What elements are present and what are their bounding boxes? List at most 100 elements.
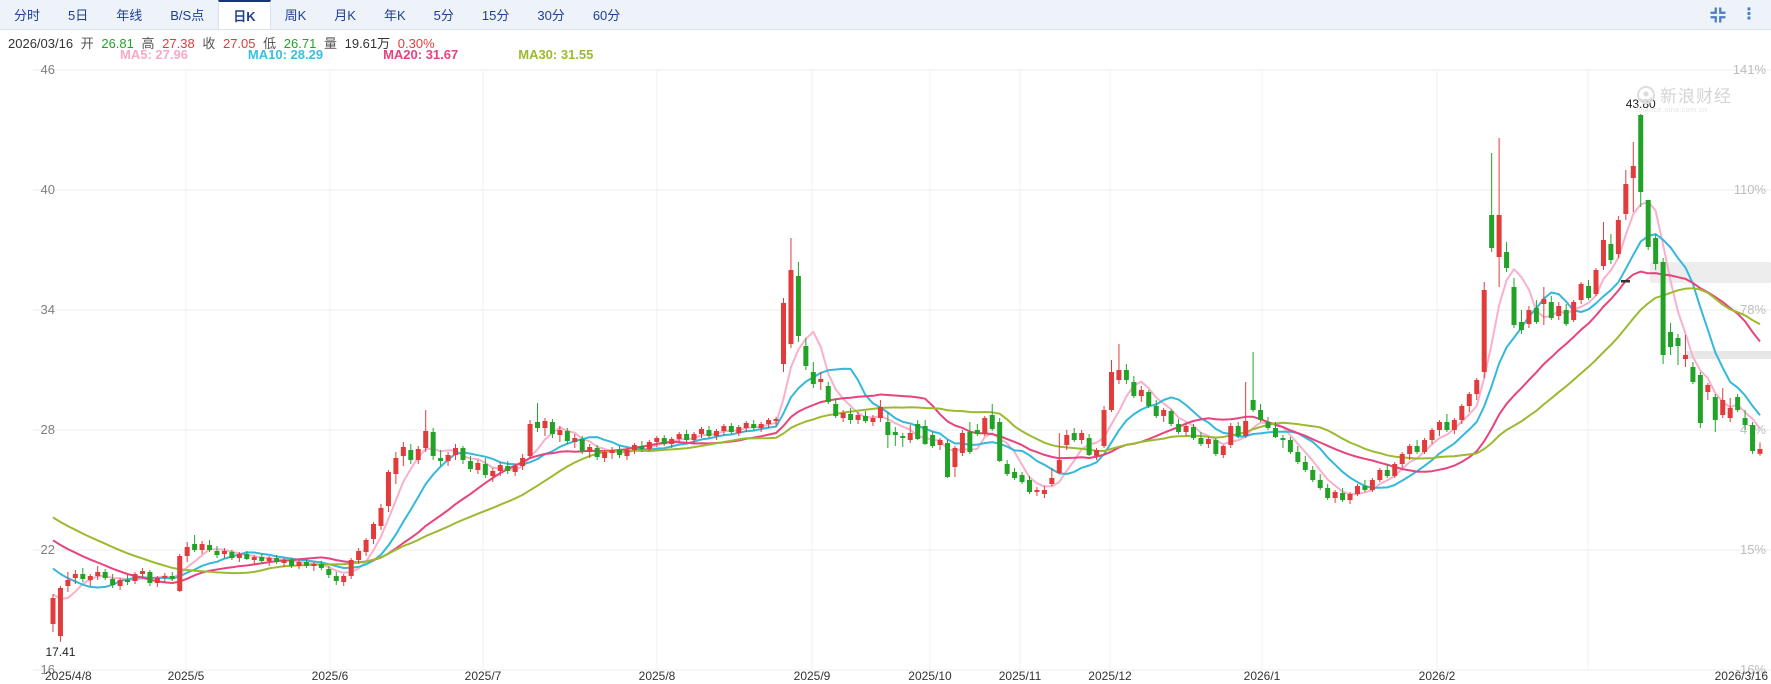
- candle-body: [1616, 220, 1621, 254]
- candle-body: [692, 434, 697, 440]
- candle-body: [468, 461, 473, 469]
- candle-body: [1608, 244, 1613, 260]
- candle-body: [1534, 308, 1539, 322]
- tab-30分[interactable]: 30分: [523, 0, 578, 29]
- candle-body: [1005, 464, 1010, 474]
- candle-body: [1206, 439, 1211, 444]
- candle-body: [1705, 385, 1710, 392]
- candle-body: [841, 413, 846, 418]
- candle-body: [580, 439, 585, 451]
- candle-body: [945, 443, 950, 477]
- candle-body: [1310, 470, 1315, 480]
- candle-body: [982, 418, 987, 434]
- candle-body: [1489, 215, 1494, 248]
- candle-body: [170, 576, 175, 579]
- candle-body: [222, 551, 227, 554]
- candle-body: [244, 554, 249, 559]
- candle-body: [1355, 486, 1360, 494]
- candle-body: [550, 422, 555, 434]
- candle-body: [490, 471, 495, 476]
- tab-年线[interactable]: 年线: [102, 0, 156, 29]
- candle-body: [1743, 418, 1748, 425]
- tab-15分[interactable]: 15分: [468, 0, 523, 29]
- candle-body: [997, 422, 1002, 461]
- x-axis-label: 2025/7: [465, 669, 502, 683]
- tab-分时[interactable]: 分时: [0, 0, 54, 29]
- tab-5日[interactable]: 5日: [54, 0, 102, 29]
- fullscreen-icon[interactable]: [1709, 6, 1727, 24]
- tab-5分[interactable]: 5分: [420, 0, 468, 29]
- candle-body: [1437, 422, 1442, 430]
- candle-body: [1303, 462, 1308, 470]
- candle-body: [483, 464, 488, 475]
- tab-月K[interactable]: 月K: [320, 0, 370, 29]
- candle-body: [915, 424, 920, 439]
- candle-body: [736, 427, 741, 433]
- candle-body: [1057, 460, 1062, 473]
- candle-body: [1541, 299, 1546, 304]
- candle-body: [1422, 440, 1427, 452]
- kebab-menu-icon[interactable]: ⋮: [1741, 7, 1757, 23]
- candle-body: [1280, 438, 1285, 440]
- candle-body: [80, 574, 85, 579]
- candle-body: [1452, 420, 1457, 430]
- candle-body: [1176, 424, 1181, 432]
- candle-body: [788, 270, 793, 344]
- tab-周K[interactable]: 周K: [271, 0, 321, 29]
- x-axis-label: 2025/10: [908, 669, 952, 683]
- candle-body: [1661, 262, 1666, 355]
- candle-body: [1690, 367, 1695, 382]
- candle-body: [1027, 480, 1032, 492]
- candle-body: [446, 455, 451, 461]
- candle-body: [1124, 370, 1129, 380]
- candle-body: [1258, 410, 1263, 420]
- candle-body: [1594, 270, 1599, 294]
- tab-60分[interactable]: 60分: [579, 0, 634, 29]
- candle-body: [1139, 390, 1144, 396]
- candle-body: [856, 415, 861, 420]
- candle-body: [520, 458, 525, 466]
- candle-body: [185, 547, 190, 556]
- candle-body: [505, 466, 510, 471]
- candle-body: [1131, 382, 1136, 396]
- candle-body: [781, 303, 786, 364]
- dash-annotation: [1621, 280, 1630, 283]
- candle-body: [1683, 355, 1688, 359]
- candle-body: [900, 436, 905, 438]
- candle-body: [796, 276, 801, 336]
- candle-body: [1198, 438, 1203, 444]
- candle-body: [908, 433, 913, 440]
- candle-body: [759, 424, 764, 428]
- x-axis-label: 2025/9: [794, 669, 831, 683]
- candle-body: [1601, 240, 1606, 266]
- candle-body: [334, 576, 339, 581]
- candlestick-chart[interactable]: 新浪财经 finance.sina.com.cn 46141%40110%347…: [0, 60, 1771, 684]
- candle-body: [647, 442, 652, 449]
- candle-body: [371, 524, 376, 539]
- tab-日K[interactable]: 日K: [218, 0, 270, 29]
- candle-body: [1228, 426, 1233, 445]
- candle-body: [706, 430, 711, 436]
- candle-body: [803, 346, 808, 366]
- x-axis-label: 2025/11: [999, 669, 1042, 683]
- candle-body: [1407, 446, 1412, 454]
- candle-body: [729, 426, 734, 432]
- candle-body: [125, 580, 130, 582]
- candle-body: [1474, 380, 1479, 394]
- candle-body: [535, 422, 540, 428]
- candle-body: [587, 447, 592, 452]
- candle-body: [1034, 490, 1039, 492]
- candle-body: [1638, 115, 1643, 192]
- tab-年K[interactable]: 年K: [370, 0, 420, 29]
- candle-body: [923, 426, 928, 444]
- candle-body: [1318, 480, 1323, 488]
- candle-body: [1646, 200, 1651, 247]
- candle-body: [811, 372, 816, 384]
- open-label: 开: [81, 36, 94, 51]
- tab-B/S点[interactable]: B/S点: [156, 0, 218, 29]
- candle-body: [140, 571, 145, 574]
- candle-body: [565, 431, 570, 441]
- candle-body: [1497, 215, 1502, 257]
- candle-body: [1020, 475, 1025, 482]
- candle-body: [1698, 375, 1703, 423]
